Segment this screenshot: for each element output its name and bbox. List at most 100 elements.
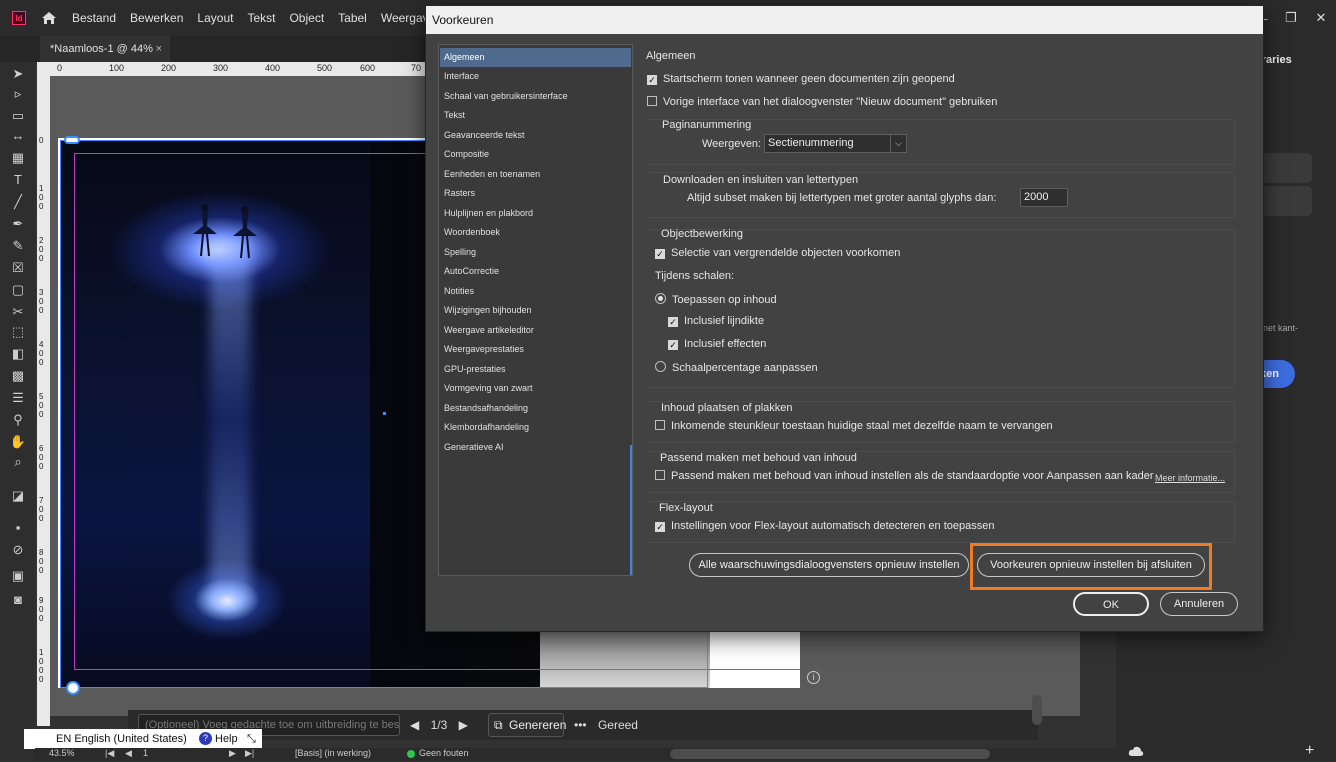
help-icon[interactable]: ?	[199, 732, 212, 745]
free-transform-tool-icon[interactable]: ⬚	[9, 324, 27, 340]
next-page-icon[interactable]: ▶	[229, 748, 236, 759]
help-label[interactable]: Help	[215, 729, 238, 749]
checkbox-icon[interactable]: ✓	[655, 249, 665, 259]
formatting-container-icon[interactable]: ▪	[9, 520, 27, 536]
category-display-performance[interactable]: Weergaveprestaties	[440, 340, 631, 359]
checkbox-icon[interactable]: ✓	[655, 522, 665, 532]
category-grids[interactable]: Rasters	[440, 184, 631, 203]
maximize-button[interactable]: ❐	[1276, 10, 1306, 26]
link-icon[interactable]	[64, 136, 80, 144]
fit-default-checkbox[interactable]: Passend maken met behoud van inhoud inst…	[655, 470, 1154, 482]
category-spelling[interactable]: Spelling	[440, 243, 631, 262]
vertical-scrollbar[interactable]	[1032, 695, 1042, 725]
rectangle-frame-tool-icon[interactable]: ☒	[9, 260, 27, 276]
checkbox-icon[interactable]	[655, 420, 665, 430]
include-effects-checkbox[interactable]: ✓ Inclusief effecten	[668, 338, 766, 350]
adjust-percentage-radio[interactable]: Schaalpercentage aanpassen	[655, 361, 818, 374]
category-appearance-of-black[interactable]: Vormgeving van zwart	[440, 379, 631, 398]
category-units[interactable]: Eenheden en toenamen	[440, 165, 631, 184]
gradient-tool-icon[interactable]: ◧	[9, 346, 27, 362]
first-page-icon[interactable]: |◀	[105, 748, 114, 759]
horizontal-scrollbar[interactable]	[670, 749, 990, 759]
cloud-icon[interactable]	[1128, 744, 1144, 756]
rectangle-tool-icon[interactable]: ▢	[9, 282, 27, 298]
glyph-subset-input[interactable]: 2000	[1020, 188, 1068, 207]
last-page-icon[interactable]: ▶|	[245, 748, 254, 759]
prev-page-icon[interactable]: ◀	[125, 748, 132, 759]
menu-bewerken[interactable]: Bewerken	[130, 11, 183, 25]
preview-mode-icon[interactable]: ◙	[9, 592, 27, 608]
category-algemeen[interactable]: Algemeen	[440, 48, 631, 67]
resize-icon[interactable]: ⤡	[247, 729, 256, 749]
info-icon[interactable]: i	[807, 671, 820, 684]
category-generative-ai[interactable]: Generatieve AI	[440, 438, 631, 457]
more-icon[interactable]: •••	[574, 718, 587, 732]
line-tool-icon[interactable]: ╱	[9, 194, 27, 210]
category-gpu-performance[interactable]: GPU-prestaties	[440, 360, 631, 379]
category-notes[interactable]: Notities	[440, 282, 631, 301]
content-collector-icon[interactable]: ▦	[9, 150, 27, 166]
more-info-link[interactable]: Meer informatie...	[1155, 473, 1225, 483]
next-arrow-icon[interactable]: ▶	[459, 718, 468, 732]
category-file-handling[interactable]: Bestandsafhandeling	[440, 399, 631, 418]
ok-button[interactable]: OK	[1073, 592, 1149, 616]
generate-button[interactable]: ⧉ Genereren	[488, 713, 566, 737]
radio-icon[interactable]	[655, 361, 666, 372]
add-icon[interactable]: +	[1305, 742, 1314, 760]
category-guides[interactable]: Hulplijnen en plakbord	[440, 204, 631, 223]
prev-interface-checkbox[interactable]: Vorige interface van het dialoogvenster …	[647, 96, 997, 108]
checkbox-icon[interactable]	[655, 470, 665, 480]
direct-selection-tool-icon[interactable]: ▹	[9, 86, 27, 102]
reset-warnings-button[interactable]: Alle waarschuwingsdialoogvensters opnieu…	[689, 553, 969, 577]
scissors-tool-icon[interactable]: ✂	[9, 304, 27, 320]
category-composition[interactable]: Compositie	[440, 145, 631, 164]
apply-none-icon[interactable]: ⊘	[9, 542, 27, 558]
pagination-view-select[interactable]: Sectienummering ⌵	[764, 134, 907, 153]
category-dictionary[interactable]: Woordenboek	[440, 223, 631, 242]
category-advanced-type[interactable]: Geavanceerde tekst	[440, 126, 631, 145]
pen-tool-icon[interactable]: ✒	[9, 216, 27, 232]
page-tool-icon[interactable]: ▭	[9, 108, 27, 124]
menu-bestand[interactable]: Bestand	[72, 11, 116, 25]
close-tab-icon[interactable]: ×	[156, 36, 162, 62]
zoom-level[interactable]: 43.5%	[49, 748, 75, 758]
hand-tool-icon[interactable]: ✋	[9, 434, 27, 450]
home-icon[interactable]	[40, 9, 58, 27]
category-story-editor[interactable]: Weergave artikeleditor	[440, 321, 631, 340]
eyedropper-tool-icon[interactable]: ⚲	[9, 412, 27, 428]
pencil-tool-icon[interactable]: ✎	[9, 238, 27, 254]
menu-tabel[interactable]: Tabel	[338, 11, 367, 25]
checkbox-icon[interactable]	[647, 96, 657, 106]
menu-tekst[interactable]: Tekst	[247, 11, 275, 25]
fill-stroke-swatch-icon[interactable]: ◪	[9, 488, 27, 504]
category-track-changes[interactable]: Wijzigingen bijhouden	[440, 301, 631, 320]
category-ui-scaling[interactable]: Schaal van gebruikersinterface	[440, 87, 631, 106]
category-interface[interactable]: Interface	[440, 67, 631, 86]
category-tekst[interactable]: Tekst	[440, 106, 631, 125]
zoom-tool-icon[interactable]: ⌕	[9, 454, 27, 470]
replace-swatch-checkbox[interactable]: Inkomende steunkleur toestaan huidige st…	[655, 420, 1053, 432]
screen-mode-icon[interactable]: ▣	[9, 568, 27, 584]
prev-arrow-icon[interactable]: ◀	[410, 718, 419, 732]
checkbox-icon[interactable]: ✓	[647, 75, 657, 85]
menu-layout[interactable]: Layout	[197, 11, 233, 25]
category-autocorrect[interactable]: AutoCorrectie	[440, 262, 631, 281]
checkbox-icon[interactable]: ✓	[668, 317, 678, 327]
type-tool-icon[interactable]: T	[9, 172, 27, 188]
menu-object[interactable]: Object	[289, 11, 324, 25]
flex-auto-checkbox[interactable]: ✓ Instellingen voor Flex-layout automatis…	[655, 520, 994, 532]
cc-libraries-tab[interactable]: braries	[1255, 50, 1336, 70]
selection-tool-icon[interactable]: ➤	[9, 66, 27, 82]
radio-icon[interactable]	[655, 293, 666, 304]
include-stroke-checkbox[interactable]: ✓ Inclusief lijndikte	[668, 315, 764, 327]
category-clipboard-handling[interactable]: Klembordafhandeling	[440, 418, 631, 437]
gap-tool-icon[interactable]: ↔	[9, 128, 27, 144]
note-tool-icon[interactable]: ☰	[9, 390, 27, 406]
close-button[interactable]: ✕	[1306, 10, 1336, 26]
gradient-feather-tool-icon[interactable]: ▩	[9, 368, 27, 384]
checkbox-icon[interactable]: ✓	[668, 340, 678, 350]
prevent-locked-checkbox[interactable]: ✓ Selectie van vergrendelde objecten voor…	[655, 247, 900, 259]
start-screen-checkbox[interactable]: ✓ Startscherm tonen wanneer geen document…	[647, 73, 955, 85]
style-label[interactable]: [Basis] (in werking)	[295, 748, 371, 758]
page-number[interactable]: 1	[143, 748, 148, 758]
